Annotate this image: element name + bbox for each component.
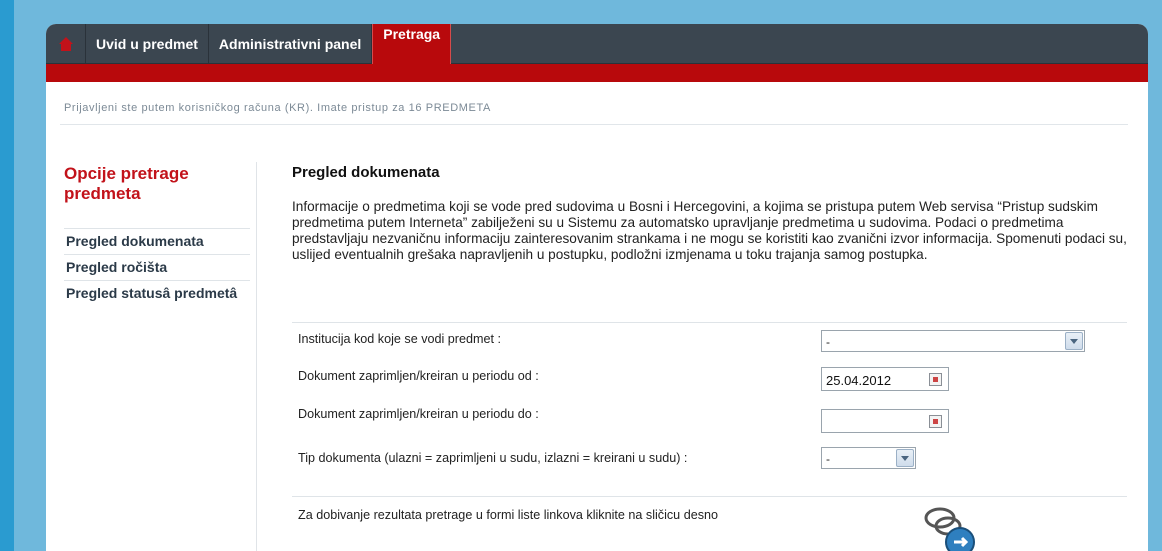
- sidebar-item-pregled-dokumenata[interactable]: Pregled dokumenata: [64, 228, 250, 254]
- form-divider: [292, 496, 1127, 497]
- date-from-label: Dokument zaprimljen/kreiran u periodu od…: [298, 369, 539, 383]
- date-from-value: 25.04.2012: [826, 373, 892, 388]
- home-icon: [58, 37, 73, 51]
- page-container: Uvid u predmet Administrativni panel Pre…: [46, 24, 1148, 551]
- sidebar-title: Opcije pretrage predmeta: [64, 164, 189, 203]
- nav-item-uvid[interactable]: Uvid u predmet: [86, 24, 209, 64]
- sidebar-divider: [256, 162, 257, 551]
- calendar-icon[interactable]: [929, 415, 942, 428]
- institution-label: Institucija kod koje se vodi predmet :: [298, 332, 502, 346]
- search-form: [292, 322, 1127, 323]
- chevron-down-icon: [1065, 332, 1083, 350]
- date-to-label: Dokument zaprimljen/kreiran u periodu do…: [298, 407, 539, 421]
- chevron-down-icon: [896, 449, 914, 467]
- sidebar-item-pregled-rocista[interactable]: Pregled ročišta: [64, 254, 250, 280]
- date-from-field[interactable]: 25.04.2012: [821, 367, 949, 391]
- nav-red-bar: [46, 64, 1148, 82]
- nav-item-pretraga[interactable]: Pretraga: [372, 24, 452, 64]
- left-accent-strip: [0, 0, 14, 551]
- nav-home[interactable]: [46, 24, 86, 64]
- institution-value: -: [826, 335, 830, 349]
- search-hint: Za dobivanje rezultata pretrage u formi …: [298, 508, 719, 522]
- top-navbar: Uvid u predmet Administrativni panel Pre…: [46, 24, 1148, 64]
- nav-item-admin[interactable]: Administrativni panel: [209, 24, 373, 64]
- divider: [60, 124, 1128, 125]
- institution-select[interactable]: -: [821, 330, 1085, 352]
- search-results-icon[interactable]: [914, 504, 984, 551]
- doc-type-value: -: [826, 452, 830, 466]
- doc-type-label: Tip dokumenta (ulazni = zaprimljeni u su…: [298, 451, 688, 465]
- doc-type-select[interactable]: -: [821, 447, 916, 469]
- page-title: Pregled dokumenata: [292, 164, 440, 181]
- calendar-icon[interactable]: [929, 373, 942, 386]
- description: Informacije o predmetima koji se vode pr…: [292, 199, 1127, 262]
- main-content: Pregled dokumenata Informacije o predmet…: [292, 164, 1127, 263]
- sidebar: Opcije pretrage predmeta Pregled dokumen…: [64, 164, 250, 306]
- date-to-field[interactable]: [821, 409, 949, 433]
- nav-items: Uvid u predmet Administrativni panel Pre…: [46, 24, 452, 64]
- sidebar-item-pregled-statusa[interactable]: Pregled statusâ predmetâ: [64, 280, 250, 306]
- login-info: Prijavljeni ste putem korisničkog računa…: [64, 102, 491, 114]
